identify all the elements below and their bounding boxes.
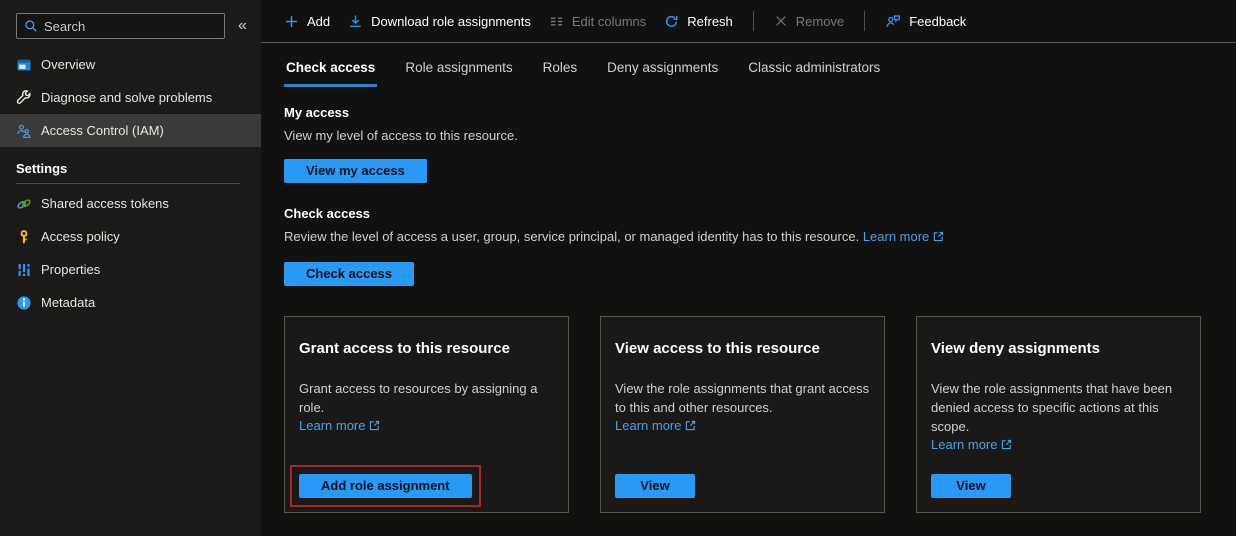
card-title: Grant access to this resource bbox=[299, 340, 554, 357]
info-icon bbox=[16, 295, 32, 311]
tab-classic-administrators[interactable]: Classic administrators bbox=[746, 60, 882, 87]
deny-assignments-view-button[interactable]: View bbox=[931, 474, 1011, 498]
key-icon bbox=[16, 229, 32, 245]
collapse-sidebar-icon[interactable]: « bbox=[238, 17, 247, 35]
tab-deny-assignments[interactable]: Deny assignments bbox=[605, 60, 720, 87]
my-access-title: My access bbox=[284, 105, 1236, 120]
chain-links-icon bbox=[16, 196, 32, 212]
access-cards: Grant access to this resource Grant acce… bbox=[284, 316, 1236, 513]
command-bar: Add Download role assignments Edit colum… bbox=[261, 0, 1236, 43]
wrench-icon bbox=[16, 90, 32, 106]
external-link-icon bbox=[368, 419, 381, 435]
sidebar-item-diagnose[interactable]: Diagnose and solve problems bbox=[0, 81, 261, 114]
refresh-button[interactable]: Refresh bbox=[664, 14, 733, 29]
toolbar-separator bbox=[864, 11, 865, 31]
external-link-icon bbox=[1000, 438, 1013, 454]
my-access-description: View my level of access to this resource… bbox=[284, 128, 1236, 144]
download-role-assignments-button[interactable]: Download role assignments bbox=[348, 14, 531, 29]
deny-assignments-learn-more-link[interactable]: Learn more bbox=[931, 437, 997, 452]
add-role-assignment-button[interactable]: Add role assignment bbox=[299, 474, 472, 498]
external-link-icon bbox=[932, 230, 945, 247]
sidebar-item-label: Shared access tokens bbox=[41, 196, 169, 211]
card-learn-more: Learn more bbox=[931, 437, 1186, 454]
search-input[interactable] bbox=[44, 19, 217, 34]
add-button[interactable]: Add bbox=[284, 14, 330, 29]
view-access-card: View access to this resource View the ro… bbox=[600, 316, 885, 513]
my-access-section: My access View my level of access to thi… bbox=[284, 105, 1236, 183]
feedback-button[interactable]: Feedback bbox=[885, 13, 966, 29]
view-access-view-button[interactable]: View bbox=[615, 474, 695, 498]
sidebar-item-label: Access Control (IAM) bbox=[41, 123, 164, 138]
external-link-icon bbox=[684, 419, 697, 435]
edit-columns-button: Edit columns bbox=[549, 14, 646, 29]
sidebar-item-label: Metadata bbox=[41, 295, 95, 310]
tab-role-assignments[interactable]: Role assignments bbox=[403, 60, 514, 87]
card-description: View the role assignments that have been… bbox=[931, 379, 1186, 436]
check-access-description-text: Review the level of access a user, group… bbox=[284, 229, 859, 244]
view-deny-assignments-card: View deny assignments View the role assi… bbox=[916, 316, 1201, 513]
card-learn-more: Learn more bbox=[299, 418, 554, 435]
sidebar-item-label: Properties bbox=[41, 262, 100, 277]
people-icon bbox=[16, 123, 32, 139]
sidebar-item-label: Overview bbox=[41, 57, 95, 72]
card-description: Grant access to resources by assigning a… bbox=[299, 379, 554, 417]
grant-access-learn-more-link[interactable]: Learn more bbox=[299, 418, 365, 433]
sidebar-nav-settings: Shared access tokens Access policy bbox=[0, 187, 261, 319]
azure-portal-iam-page: « Overview Diagnose bbox=[0, 0, 1236, 536]
refresh-label: Refresh bbox=[687, 14, 733, 29]
sidebar-item-access-policy[interactable]: Access policy bbox=[0, 220, 261, 253]
sidebar-search-row: « bbox=[0, 13, 261, 39]
plus-icon bbox=[284, 14, 299, 29]
download-icon bbox=[348, 14, 363, 29]
tab-roles[interactable]: Roles bbox=[541, 60, 580, 87]
tab-check-access[interactable]: Check access bbox=[284, 60, 377, 87]
add-label: Add bbox=[307, 14, 330, 29]
check-access-section: Check access Review the level of access … bbox=[284, 206, 1236, 286]
resource-sidebar: « Overview Diagnose bbox=[0, 0, 261, 536]
card-description: View the role assignments that grant acc… bbox=[615, 379, 870, 417]
sidebar-item-label: Diagnose and solve problems bbox=[41, 90, 212, 105]
card-learn-more: Learn more bbox=[615, 418, 870, 435]
download-label: Download role assignments bbox=[371, 14, 531, 29]
sliders-icon bbox=[16, 262, 32, 278]
edit-columns-label: Edit columns bbox=[572, 14, 646, 29]
card-title: View access to this resource bbox=[615, 340, 870, 357]
iam-tabs: Check access Role assignments Roles Deny… bbox=[284, 60, 1236, 87]
check-access-description: Review the level of access a user, group… bbox=[284, 229, 1236, 247]
x-icon bbox=[774, 14, 788, 28]
main-pane: Add Download role assignments Edit colum… bbox=[261, 0, 1236, 536]
sidebar-item-metadata[interactable]: Metadata bbox=[0, 286, 261, 319]
sidebar-item-access-control-iam[interactable]: Access Control (IAM) bbox=[0, 114, 261, 147]
settings-divider bbox=[16, 183, 240, 184]
settings-section-header: Settings bbox=[0, 147, 261, 183]
remove-label: Remove bbox=[796, 14, 844, 29]
iam-content: Check access Role assignments Roles Deny… bbox=[261, 43, 1236, 513]
search-icon bbox=[24, 19, 38, 33]
toolbar-separator bbox=[753, 11, 754, 31]
view-my-access-button[interactable]: View my access bbox=[284, 159, 427, 183]
sidebar-item-label: Access policy bbox=[41, 229, 120, 244]
refresh-icon bbox=[664, 14, 679, 29]
sidebar-search-box[interactable] bbox=[16, 13, 225, 39]
grant-access-card: Grant access to this resource Grant acce… bbox=[284, 316, 569, 513]
feedback-icon bbox=[885, 13, 901, 29]
check-access-learn-more-link[interactable]: Learn more bbox=[863, 229, 929, 244]
card-title: View deny assignments bbox=[931, 340, 1186, 357]
sidebar-nav-top: Overview Diagnose and solve problems bbox=[0, 48, 261, 147]
annotation-highlight: Add role assignment bbox=[290, 465, 481, 507]
feedback-label: Feedback bbox=[909, 14, 966, 29]
remove-button: Remove bbox=[774, 14, 844, 29]
view-access-learn-more-link[interactable]: Learn more bbox=[615, 418, 681, 433]
sidebar-item-properties[interactable]: Properties bbox=[0, 253, 261, 286]
check-access-button[interactable]: Check access bbox=[284, 262, 414, 286]
columns-icon bbox=[549, 14, 564, 29]
overview-icon bbox=[16, 57, 32, 73]
check-access-title: Check access bbox=[284, 206, 1236, 221]
sidebar-item-overview[interactable]: Overview bbox=[0, 48, 261, 81]
sidebar-item-shared-access-tokens[interactable]: Shared access tokens bbox=[0, 187, 261, 220]
